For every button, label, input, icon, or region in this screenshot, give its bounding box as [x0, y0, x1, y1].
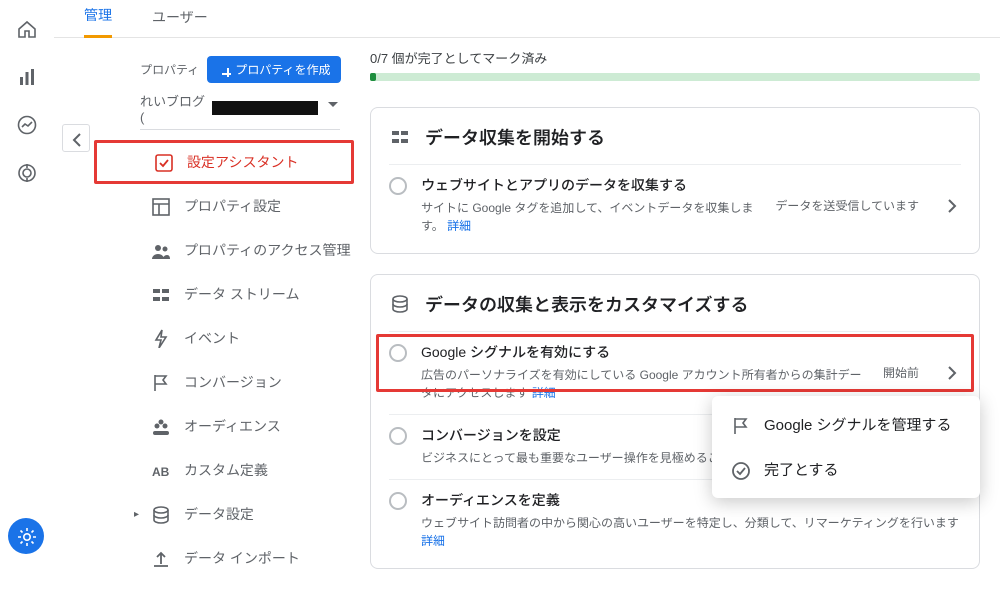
redacted-mask	[212, 101, 318, 115]
sidebar-item-label: データ ストリーム	[184, 284, 299, 304]
bolt-icon	[150, 328, 170, 348]
sidebar-item-custom-definitions[interactable]: カスタム定義	[94, 448, 354, 492]
sidebar-item-label: データ インポート	[184, 548, 300, 568]
radio-unchecked-icon	[389, 177, 407, 195]
card-title: データ収集を開始する	[425, 124, 605, 150]
stream-icon	[389, 126, 411, 148]
task-row[interactable]: ウェブサイトとアプリのデータを収集する サイトに Google タグを追加して、…	[389, 164, 961, 247]
chevron-right-icon[interactable]	[933, 195, 961, 215]
reports-icon[interactable]	[16, 66, 38, 88]
tab-user[interactable]: ユーザー	[152, 7, 208, 37]
property-selector[interactable]: れいブログ (	[140, 91, 340, 130]
progress-bar	[370, 73, 980, 81]
details-link[interactable]: 詳細	[447, 219, 471, 233]
sidebar-item-access-management[interactable]: プロパティのアクセス管理	[94, 228, 354, 272]
sidebar-item-audiences[interactable]: オーディエンス	[94, 404, 354, 448]
tab-admin[interactable]: 管理	[84, 5, 112, 38]
sidebar-item-label: プロパティのアクセス管理	[184, 240, 350, 260]
progress-label: 0/7 個が完了としてマーク済み	[370, 44, 980, 73]
menu-item-label: Google シグナルを管理する	[764, 414, 952, 435]
people-icon	[150, 240, 170, 260]
database-icon	[389, 293, 411, 315]
task-status: 開始前	[877, 364, 919, 381]
admin-gear-button[interactable]	[8, 518, 44, 554]
sidebar-item-label: 設定アシスタント	[187, 152, 298, 172]
database-icon	[150, 504, 170, 524]
sidebar-item-label: コンバージョン	[184, 372, 282, 392]
sidebar-item-property-settings[interactable]: プロパティ設定	[94, 184, 354, 228]
radio-unchecked-icon	[389, 427, 407, 445]
sidebar-item-data-streams[interactable]: データ ストリーム	[94, 272, 354, 316]
abc-icon	[150, 460, 170, 480]
stream-icon	[150, 284, 170, 304]
explore-icon[interactable]	[16, 114, 38, 136]
check-square-icon	[153, 152, 173, 172]
chevron-right-icon[interactable]	[933, 362, 961, 382]
radio-unchecked-icon	[389, 344, 407, 362]
flag-icon	[150, 372, 170, 392]
card-title: データの収集と表示をカスタマイズする	[425, 291, 748, 317]
check-circle-icon	[730, 460, 750, 480]
create-property-label: プロパティを作成	[235, 61, 330, 78]
create-property-button[interactable]: プロパティを作成	[207, 56, 340, 83]
details-link[interactable]: 詳細	[421, 534, 445, 548]
task-title: ウェブサイトとアプリのデータを収集する	[421, 175, 755, 195]
sidebar-item-label: イベント	[184, 328, 240, 348]
home-icon[interactable]	[16, 18, 38, 40]
advertising-icon[interactable]	[16, 162, 38, 184]
expand-caret-icon: ▸	[134, 509, 139, 520]
sidebar-item-label: データ設定	[184, 504, 254, 524]
menu-item-mark-complete[interactable]: 完了とする	[712, 447, 980, 492]
caret-down-icon	[322, 93, 338, 109]
menu-item-manage-signals[interactable]: Google シグナルを管理する	[712, 402, 980, 447]
task-status: データを送受信しています	[769, 197, 919, 214]
sidebar-item-data-settings[interactable]: ▸ データ設定	[94, 492, 354, 536]
sidebar-item-setup-assistant[interactable]: 設定アシスタント	[94, 140, 354, 184]
sidebar-item-label: カスタム定義	[184, 460, 268, 480]
property-label: プロパティ	[140, 61, 199, 78]
task-title: Google シグナルを有効にする	[421, 342, 863, 362]
flag-icon	[730, 415, 750, 435]
card-data-collection: データ収集を開始する ウェブサイトとアプリのデータを収集する サイトに Goog…	[370, 107, 980, 254]
layout-icon	[150, 196, 170, 216]
audience-icon	[150, 416, 170, 436]
collapse-sidebar-button[interactable]	[62, 124, 90, 152]
sidebar-item-label: オーディエンス	[184, 416, 281, 436]
sidebar-item-data-import[interactable]: データ インポート	[94, 536, 354, 580]
sidebar-item-conversions[interactable]: コンバージョン	[94, 360, 354, 404]
property-selected-name: れいブログ (	[140, 91, 210, 125]
details-link[interactable]: 詳細	[532, 386, 556, 400]
task-desc: ビジネスにとって最も重要なユーザー操作を見極めること	[421, 451, 732, 465]
context-menu: Google シグナルを管理する 完了とする	[712, 396, 980, 498]
radio-unchecked-icon	[389, 492, 407, 510]
upload-icon	[150, 548, 170, 568]
task-desc: ウェブサイト訪問者の中から関心の高いユーザーを特定し、分類して、リマーケティング…	[421, 516, 959, 530]
menu-item-label: 完了とする	[764, 459, 839, 480]
sidebar-item-label: プロパティ設定	[184, 196, 281, 216]
sidebar-item-events[interactable]: イベント	[94, 316, 354, 360]
